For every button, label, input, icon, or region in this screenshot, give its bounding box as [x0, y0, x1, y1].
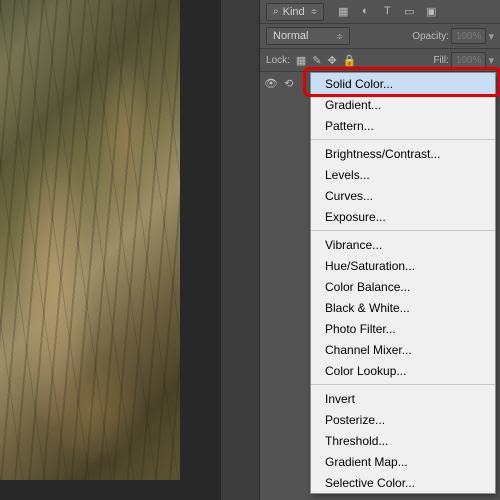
- fill-control[interactable]: Fill: 100% ▾: [433, 52, 494, 68]
- menu-item-invert[interactable]: Invert: [311, 388, 495, 409]
- chevron-down-icon: ▾: [488, 54, 494, 67]
- chevron-down-icon: ▾: [488, 30, 494, 43]
- menu-item-hue-saturation[interactable]: Hue/Saturation...: [311, 255, 495, 276]
- menu-item-color-balance[interactable]: Color Balance...: [311, 276, 495, 297]
- blend-mode-dropdown[interactable]: Normal ≑: [266, 27, 350, 45]
- menu-item-curves[interactable]: Curves...: [311, 185, 495, 206]
- menu-item-channel-mixer[interactable]: Channel Mixer...: [311, 339, 495, 360]
- filter-pixel-icon[interactable]: ▦: [336, 5, 350, 18]
- layers-filter-row: ⌕ Kind ≑ ▦ ◐ T ▭ ▣: [260, 0, 500, 24]
- filter-smart-icon[interactable]: ▣: [424, 5, 438, 18]
- menu-item-gradient[interactable]: Gradient...: [311, 94, 495, 115]
- filter-shape-icon[interactable]: ▭: [402, 5, 416, 18]
- lock-transparent-icon[interactable]: ▦: [296, 54, 306, 67]
- menu-item-posterize[interactable]: Posterize...: [311, 409, 495, 430]
- filter-kind-dropdown[interactable]: ⌕ Kind ≑: [266, 3, 324, 21]
- chevron-down-icon: ≑: [336, 32, 343, 41]
- opacity-label: Opacity:: [412, 31, 449, 42]
- fill-label: Fill:: [433, 55, 449, 66]
- menu-item-brightness-contrast[interactable]: Brightness/Contrast...: [311, 143, 495, 164]
- fill-value[interactable]: 100%: [451, 52, 487, 68]
- menu-item-vibrance[interactable]: Vibrance...: [311, 234, 495, 255]
- filter-kind-label: Kind: [283, 6, 305, 18]
- menu-separator: [311, 384, 495, 385]
- menu-item-exposure[interactable]: Exposure...: [311, 206, 495, 227]
- menu-item-selective-color[interactable]: Selective Color...: [311, 472, 495, 493]
- document-image[interactable]: [0, 0, 180, 480]
- visibility-eye-icon[interactable]: 👁: [264, 77, 278, 90]
- blend-mode-value: Normal: [273, 30, 308, 42]
- panel-gutter: [220, 0, 260, 500]
- lock-position-icon[interactable]: ✥: [328, 54, 337, 67]
- lock-row: Lock: ▦ ✎ ✥ 🔒 Fill: 100% ▾: [260, 48, 500, 72]
- filter-adjustment-icon[interactable]: ◐: [358, 5, 372, 18]
- fill-adjustment-menu: Solid Color...Gradient...Pattern... Brigh…: [310, 72, 496, 494]
- canvas-area: [0, 0, 220, 500]
- menu-separator: [311, 230, 495, 231]
- lock-label: Lock:: [266, 55, 290, 66]
- menu-item-photo-filter[interactable]: Photo Filter...: [311, 318, 495, 339]
- menu-item-threshold[interactable]: Threshold...: [311, 430, 495, 451]
- blend-row: Normal ≑ Opacity: 100% ▾: [260, 24, 500, 48]
- opacity-control[interactable]: Opacity: 100% ▾: [412, 28, 494, 44]
- search-icon: ⌕: [273, 6, 279, 17]
- menu-item-solid-color[interactable]: Solid Color...: [311, 73, 495, 94]
- chevron-down-icon: ≑: [311, 7, 318, 16]
- opacity-value[interactable]: 100%: [451, 28, 487, 44]
- menu-item-color-lookup[interactable]: Color Lookup...: [311, 360, 495, 381]
- filter-type-icon[interactable]: T: [380, 5, 394, 18]
- lock-all-icon[interactable]: 🔒: [343, 54, 357, 67]
- menu-item-levels[interactable]: Levels...: [311, 164, 495, 185]
- filter-type-icons: ▦ ◐ T ▭ ▣: [336, 5, 438, 18]
- menu-item-gradient-map[interactable]: Gradient Map...: [311, 451, 495, 472]
- menu-item-pattern[interactable]: Pattern...: [311, 115, 495, 136]
- link-icon[interactable]: ⟲: [284, 77, 293, 90]
- menu-separator: [311, 139, 495, 140]
- lock-pixels-icon[interactable]: ✎: [312, 54, 321, 67]
- menu-item-black-white[interactable]: Black & White...: [311, 297, 495, 318]
